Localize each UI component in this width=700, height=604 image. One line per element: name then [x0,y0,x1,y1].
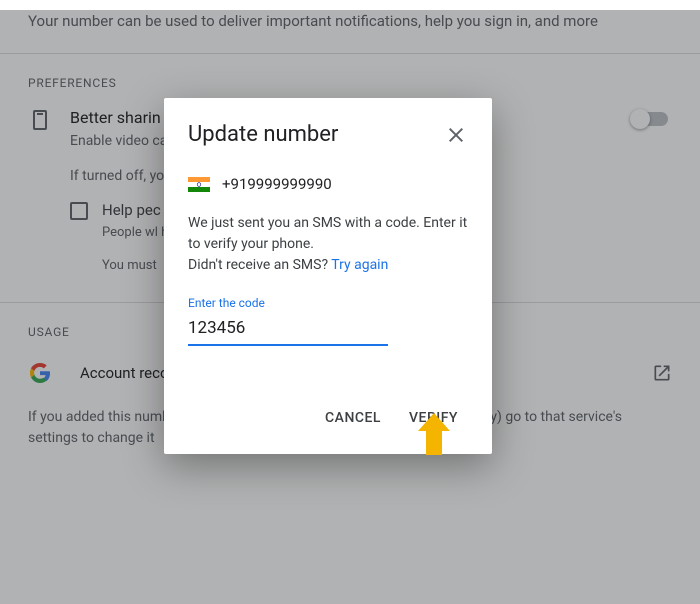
cancel-button[interactable]: CANCEL [315,402,391,434]
verification-code-input[interactable] [188,314,388,346]
phone-number-text: +919999999990 [222,175,332,193]
verify-button[interactable]: VERIFY [399,402,468,434]
try-again-link[interactable]: Try again [331,257,388,273]
code-input-label: Enter the code [188,296,468,310]
close-icon[interactable] [444,123,468,147]
dialog-title: Update number [188,122,338,147]
india-flag-icon [188,177,210,192]
dialog-message: We just sent you an SMS with a code. Ent… [188,213,468,276]
phone-display-row: +919999999990 [188,175,468,193]
update-number-dialog: Update number +919999999990 We just sent… [164,98,492,454]
